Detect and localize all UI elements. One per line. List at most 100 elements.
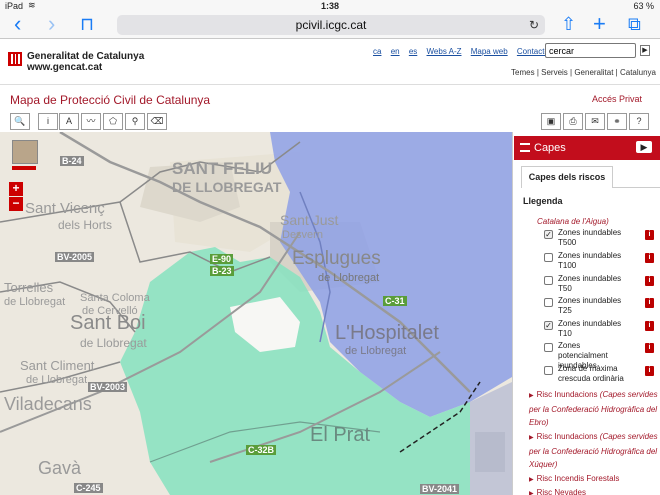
place-sant-climent-2: de Llobregat [26,374,88,386]
info-tool[interactable]: i [38,113,58,130]
risk-title: Risc Nevades [536,488,586,495]
road-label: BV-2041 [420,484,460,494]
layer-label: Zones inundables T25 [558,296,622,315]
clock: 1:38 [320,1,339,11]
place-esplugues-2: de Llobregat [318,272,380,284]
zoom-in-button[interactable]: + [9,182,23,196]
place-sant-vicenc-2: dels Horts [58,218,113,232]
info-icon[interactable]: i [645,321,654,331]
checkbox-unchecked[interactable] [544,343,553,352]
eraser-tool[interactable]: ⌫ [147,113,167,130]
ios-status-bar: iPad ≋ 1:38 63 % [0,0,660,13]
mapa-web-link[interactable]: Mapa web [471,47,508,56]
place-sant-feliu: SANT FELIU [172,159,273,178]
road-label: B-23 [210,266,234,276]
layers-panel-header[interactable]: Capes ▶ [514,136,660,160]
place-sant-climent: Sant Climent [20,358,95,373]
checkbox-unchecked[interactable] [544,298,553,307]
road-label: BV-2003 [88,382,128,392]
info-icon[interactable]: i [645,276,654,286]
help-tool[interactable]: ? [629,113,649,130]
text-tool[interactable]: A [59,113,79,130]
risk-group[interactable]: ▶ Risc Incendis Forestals [529,472,659,487]
collapse-arrow-icon[interactable]: ▶ [636,141,652,153]
webs-az-link[interactable]: Webs A-Z [427,47,462,56]
info-icon[interactable]: i [645,366,654,376]
zoom-out-button[interactable]: − [9,197,23,211]
point-tool[interactable]: ⚲ [125,113,145,130]
print-tool[interactable]: ⎙ [563,113,583,130]
expand-triangle-icon: ▶ [529,393,534,399]
link-tool[interactable]: ⚭ [607,113,627,130]
expand-triangle-icon: ▶ [529,491,534,495]
checkbox-checked[interactable]: ✓ [544,321,553,330]
checkbox-checked[interactable]: ✓ [544,230,553,239]
email-tool[interactable]: ✉ [585,113,605,130]
place-sant-feliu-2: DE LLOBREGAT [172,179,282,195]
page-title: Mapa de Protecció Civil de Catalunya [10,93,211,107]
risk-group[interactable]: ▶ Risc Inundacions (Capes servides per la… [529,430,659,471]
save-tool[interactable]: ▣ [541,113,561,130]
search-go-icon[interactable]: ▶ [640,45,650,56]
forward-icon[interactable]: › [48,13,55,35]
gencat-logo-icon[interactable] [8,52,22,66]
place-torrelles: Torrelles [4,280,54,295]
zoom-search-tool[interactable]: 🔍 [10,113,30,130]
checkbox-unchecked[interactable] [544,366,553,375]
new-tab-icon[interactable]: + [593,13,606,35]
info-icon[interactable]: i [645,343,654,353]
place-viladecans: Viladecans [4,394,92,414]
site-search-input[interactable] [545,43,636,58]
checkbox-unchecked[interactable] [544,253,553,262]
share-icon[interactable]: ⇧ [561,13,576,35]
map-view[interactable]: SANT FELIU DE LLOBREGAT Sant Vicenç dels… [0,132,512,495]
layer-label: Zones inundables T100 [558,251,622,270]
tabs-icon[interactable]: ⧉ [628,13,641,35]
place-el-prat: El Prat [310,424,371,446]
tab-capes-riscos[interactable]: Capes dels riscos [521,166,613,188]
browser-toolbar: ‹ › ⊓ pcivil.icgc.cat ↻ ⇧ + ⧉ [0,13,660,39]
place-sant-just-2: Desvern [282,229,323,241]
bookmarks-icon[interactable]: ⊓ [80,13,94,35]
place-hospitalet: L'Hospitalet [335,322,439,344]
gencat-logo-text[interactable]: Generalitat de Catalunya www.gencat.cat [27,51,144,73]
place-sant-just: Sant Just [280,212,339,228]
layer-label: Zones inundables T50 [558,274,622,293]
risk-title: Risc Inundacions [536,432,598,441]
layers-icon [520,143,530,152]
risk-group[interactable]: ▶ Risc Nevades [529,486,659,495]
battery-level: 63 % [633,1,654,11]
risk-title: Risc Inundacions [536,390,598,399]
url-text: pcivil.icgc.cat [295,18,367,32]
layers-panel-title: Capes [534,142,566,154]
checkbox-unchecked[interactable] [544,276,553,285]
info-icon[interactable]: i [645,298,654,308]
lang-ca-link[interactable]: ca [373,47,381,56]
basemap-thumbnail[interactable] [12,140,38,164]
line-measure-tool[interactable]: 〰 [81,113,101,130]
expand-triangle-icon: ▶ [529,435,534,441]
address-bar[interactable]: pcivil.icgc.cat ↻ [117,15,545,35]
expand-triangle-icon: ▶ [529,477,534,483]
road-label: BV-2005 [55,252,95,262]
lang-es-link[interactable]: es [409,47,417,56]
info-icon[interactable]: i [645,230,654,240]
access-private-link[interactable]: Accés Privat [592,94,642,104]
info-icon[interactable]: i [645,253,654,263]
sub-links[interactable]: Temes | Serveis | Generalitat | Cataluny… [511,68,656,77]
place-torrelles-2: de Llobregat [4,296,66,308]
legend-link[interactable]: Llegenda [523,196,563,206]
layer-label: Zones inundables T10 [558,319,622,338]
back-icon[interactable]: ‹ [14,13,21,35]
lang-en-link[interactable]: en [391,47,400,56]
risk-title: Risc Incendis Forestals [536,474,620,483]
layer-label: Zones inundables T500 [558,228,622,247]
reload-icon[interactable]: ↻ [529,15,539,35]
layers-panel: Capes ▶ Capes dels riscos Llegenda Catal… [512,132,660,495]
risk-group[interactable]: ▶ Risc Inundacions (Capes servides per la… [529,388,659,429]
top-links: ca en es Webs A-Z Mapa web Contacte [373,47,556,56]
basemap-indicator [12,166,36,170]
place-sant-boi-2: de Llobregat [80,336,147,350]
area-measure-tool[interactable]: ⬠ [103,113,123,130]
group-title: Catalana de l'Aigua) [537,217,609,226]
